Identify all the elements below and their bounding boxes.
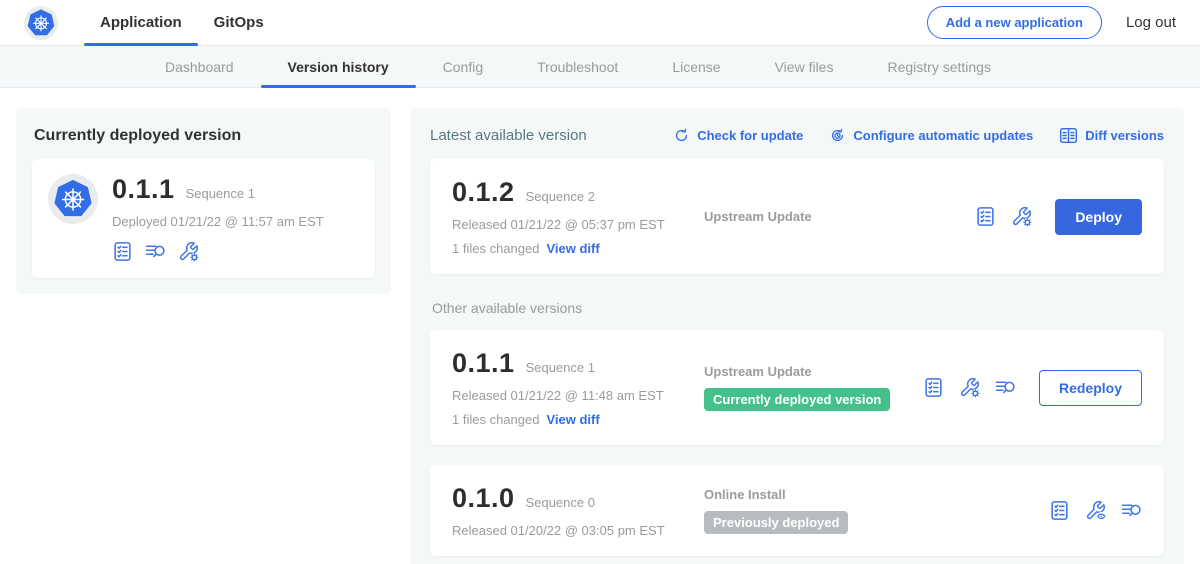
version-released: Released 01/21/22 @ 05:37 pm EST	[452, 217, 704, 232]
kubernetes-logo-icon	[24, 6, 58, 40]
latest-available-title: Latest available version	[430, 127, 587, 144]
version-number: 0.1.0	[452, 483, 515, 514]
header-spacer	[280, 0, 927, 45]
version-source: Online Install	[704, 487, 1039, 502]
files-changed: 1 files changed	[452, 412, 539, 427]
version-released: Released 01/20/22 @ 03:05 pm EST	[452, 523, 704, 538]
configure-automatic-updates-label: Configure automatic updates	[853, 128, 1033, 143]
main-content: Currently deployed version 0.1.1 Sequenc…	[0, 88, 1200, 564]
diff-versions-link[interactable]: Diff versions	[1059, 126, 1164, 145]
app-subnav: Dashboard Version history Config Trouble…	[0, 46, 1200, 88]
view-logs-icon[interactable]	[145, 241, 166, 262]
subnav-registry-settings-label: Registry settings	[887, 59, 990, 75]
subnav-registry-settings[interactable]: Registry settings	[860, 46, 1017, 87]
currently-deployed-badge: Currently deployed version	[704, 388, 890, 411]
subnav-license[interactable]: License	[645, 46, 747, 87]
version-sequence: Sequence 2	[526, 189, 595, 204]
deployed-version-number: 0.1.1	[112, 174, 175, 205]
diff-versions-label: Diff versions	[1085, 128, 1164, 143]
deployed-timestamp: Deployed 01/21/22 @ 11:57 am EST	[112, 214, 324, 229]
logout-button[interactable]: Log out	[1126, 14, 1176, 31]
previously-deployed-badge: Previously deployed	[704, 511, 848, 534]
version-sequence: Sequence 0	[526, 495, 595, 510]
subnav-view-files[interactable]: View files	[748, 46, 861, 87]
version-number: 0.1.1	[452, 348, 515, 379]
subnav-config-label: Config	[443, 59, 483, 75]
refresh-icon	[673, 127, 690, 144]
version-source: Upstream Update	[704, 209, 965, 224]
release-notes-icon[interactable]	[975, 206, 996, 227]
redeploy-button[interactable]: Redeploy	[1039, 370, 1142, 406]
check-for-update-label: Check for update	[697, 128, 803, 143]
subnav-version-history[interactable]: Version history	[261, 46, 416, 87]
diff-icon	[1059, 126, 1078, 145]
tab-gitops-label: GitOps	[214, 14, 264, 31]
tab-gitops[interactable]: GitOps	[198, 0, 280, 45]
app-logo	[24, 0, 58, 45]
version-card-0-1-1: 0.1.1 Sequence 1 Released 01/21/22 @ 11:…	[430, 330, 1164, 445]
currently-deployed-panel: Currently deployed version 0.1.1 Sequenc…	[16, 108, 391, 294]
subnav-dashboard[interactable]: Dashboard	[138, 46, 261, 87]
view-diff-link[interactable]: View diff	[546, 241, 599, 256]
version-sequence: Sequence 1	[526, 360, 595, 375]
version-source: Upstream Update	[704, 364, 913, 379]
version-card-0-1-0: 0.1.0 Sequence 0 Released 01/20/22 @ 03:…	[430, 465, 1164, 556]
subnav-dashboard-label: Dashboard	[165, 59, 234, 75]
deploy-button[interactable]: Deploy	[1055, 199, 1142, 235]
active-subnav-underline	[261, 85, 416, 88]
header-tabs: Application GitOps	[84, 0, 280, 45]
kubernetes-app-icon	[48, 174, 98, 224]
release-notes-icon[interactable]	[1049, 500, 1070, 521]
view-config-icon[interactable]	[1085, 500, 1106, 521]
check-for-update-link[interactable]: Check for update	[673, 127, 803, 144]
currently-deployed-title: Currently deployed version	[34, 127, 373, 145]
files-changed: 1 files changed	[452, 241, 539, 256]
available-versions-panel: Latest available version Check for updat…	[410, 108, 1184, 564]
subnav-troubleshoot[interactable]: Troubleshoot	[510, 46, 645, 87]
configure-automatic-updates-link[interactable]: Configure automatic updates	[829, 127, 1033, 144]
tab-application-label: Application	[100, 14, 182, 31]
edit-config-icon[interactable]	[178, 241, 199, 262]
subnav-troubleshoot-label: Troubleshoot	[537, 59, 618, 75]
version-released: Released 01/21/22 @ 11:48 am EST	[452, 388, 704, 403]
subnav-config[interactable]: Config	[416, 46, 510, 87]
other-versions-title: Other available versions	[432, 300, 1162, 316]
edit-config-icon[interactable]	[1011, 206, 1032, 227]
version-number: 0.1.2	[452, 177, 515, 208]
add-application-button[interactable]: Add a new application	[927, 6, 1102, 39]
release-notes-icon[interactable]	[112, 241, 133, 262]
edit-config-icon[interactable]	[959, 377, 980, 398]
auto-update-icon	[829, 127, 846, 144]
release-notes-icon[interactable]	[923, 377, 944, 398]
deployed-sequence: Sequence 1	[186, 186, 255, 201]
view-logs-icon[interactable]	[995, 377, 1016, 398]
version-card-0-1-2: 0.1.2 Sequence 2 Released 01/21/22 @ 05:…	[430, 159, 1164, 274]
deployed-version-card: 0.1.1 Sequence 1 Deployed 01/21/22 @ 11:…	[32, 159, 375, 278]
app-header: Application GitOps Add a new application…	[0, 0, 1200, 46]
view-logs-icon[interactable]	[1121, 500, 1142, 521]
tab-application[interactable]: Application	[84, 0, 198, 45]
subnav-view-files-label: View files	[775, 59, 834, 75]
subnav-license-label: License	[672, 59, 720, 75]
view-diff-link[interactable]: View diff	[546, 412, 599, 427]
subnav-version-history-label: Version history	[288, 59, 389, 75]
